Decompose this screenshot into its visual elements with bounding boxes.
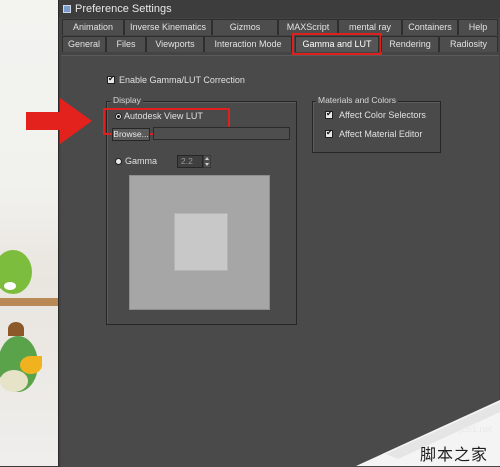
gamma-spinner-arrows[interactable] — [203, 155, 211, 168]
bird-belly — [0, 370, 28, 392]
display-group-title: Display — [111, 95, 143, 105]
tab-help[interactable]: Help — [458, 19, 498, 35]
bird-beak — [20, 356, 42, 374]
watermark-text: 脚本之家 — [420, 447, 489, 464]
affect-material-editor-checkbox[interactable] — [325, 128, 333, 138]
gamma-preview-inner-square — [174, 213, 228, 271]
title-bar: Preference Settings — [59, 0, 500, 18]
scene-floor — [0, 298, 58, 306]
bird-crest — [8, 322, 24, 336]
gamma-label: Gamma — [125, 156, 158, 166]
tab-gamma-and-lut[interactable]: Gamma and LUT — [292, 33, 382, 55]
affect-color-selectors-checkbox[interactable] — [325, 109, 333, 119]
tab-gizmos[interactable]: Gizmos — [212, 19, 278, 35]
background-scene — [0, 0, 58, 466]
tab-inverse-kinematics[interactable]: Inverse Kinematics — [124, 19, 212, 35]
tab-row-2: General Files Viewports Interaction Mode… — [59, 33, 500, 55]
tab-row-1: Animation Inverse Kinematics Gizmos MAXS… — [59, 19, 500, 36]
browse-button[interactable]: Browse... — [112, 128, 150, 141]
tab-rendering[interactable]: Rendering — [381, 36, 439, 52]
affect-material-editor-label: Affect Material Editor — [339, 129, 423, 139]
tab-radiosity[interactable]: Radiosity — [439, 36, 498, 52]
enable-gamma-label: Enable Gamma/LUT Correction — [119, 75, 245, 85]
red-arrow-icon — [26, 98, 92, 144]
tab-containers[interactable]: Containers — [402, 19, 458, 35]
materials-colors-title: Materials and Colors — [316, 95, 398, 105]
affect-color-selectors-label: Affect Color Selectors — [339, 110, 426, 120]
tab-viewports[interactable]: Viewports — [146, 36, 204, 52]
gamma-value-field[interactable]: 2.2 — [177, 155, 203, 168]
watermark-url: jb51.net — [460, 424, 493, 434]
tab-animation[interactable]: Animation — [62, 19, 124, 35]
gamma-radio[interactable] — [115, 158, 122, 165]
tab-mental-ray[interactable]: mental ray — [338, 19, 402, 35]
enable-gamma-checkbox[interactable] — [107, 74, 115, 84]
pig-eye — [4, 282, 16, 290]
window-title: Preference Settings — [75, 3, 172, 15]
tab-interaction-mode[interactable]: Interaction Mode — [204, 36, 292, 52]
lut-path-field[interactable] — [153, 127, 290, 140]
tab-files[interactable]: Files — [106, 36, 146, 52]
app-icon — [63, 5, 71, 13]
tab-maxscript[interactable]: MAXScript — [278, 19, 338, 35]
tab-general[interactable]: General — [62, 36, 106, 52]
